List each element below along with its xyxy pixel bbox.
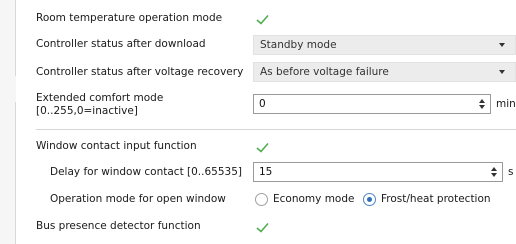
rail-divider-bottom xyxy=(15,102,16,244)
controller-status-download-select[interactable]: Standby mode xyxy=(253,35,516,55)
open-window-mode-label: Operation mode for open window xyxy=(50,193,226,205)
extended-comfort-label: Extended comfort mode xyxy=(36,92,164,104)
bus-presence-checkbox[interactable] xyxy=(256,222,269,233)
controller-status-download-label: Controller status after download xyxy=(36,38,206,50)
window-delay-value: 15 xyxy=(259,166,273,178)
section-divider xyxy=(36,129,516,130)
checkmark-icon xyxy=(256,142,269,153)
spinner-icon[interactable] xyxy=(489,163,499,181)
window-delay-input[interactable]: 15 xyxy=(253,162,503,182)
chevron-down-icon xyxy=(499,43,505,47)
controller-status-voltage-select[interactable]: As before voltage failure xyxy=(253,62,516,82)
window-contact-label: Window contact input function xyxy=(36,140,197,152)
window-contact-checkbox[interactable] xyxy=(256,142,269,153)
frost-heat-protection-label[interactable]: Frost/heat protection xyxy=(381,193,491,205)
left-rail xyxy=(0,0,16,244)
checkmark-icon xyxy=(256,222,269,233)
checkmark-icon xyxy=(256,14,269,25)
extended-comfort-value: 0 xyxy=(259,98,266,110)
room-temp-mode-checkbox[interactable] xyxy=(256,14,269,25)
extended-comfort-range-label: [0..255,0=inactive] xyxy=(36,105,138,117)
spinner-icon[interactable] xyxy=(477,95,487,113)
window-delay-unit: s xyxy=(508,166,514,178)
bus-presence-label: Bus presence detector function xyxy=(36,220,201,232)
economy-mode-radio[interactable] xyxy=(255,193,268,206)
controller-status-download-value: Standby mode xyxy=(260,39,337,51)
extended-comfort-input[interactable]: 0 xyxy=(253,94,491,114)
frost-heat-protection-radio[interactable] xyxy=(363,193,376,206)
chevron-down-icon xyxy=(499,70,505,74)
economy-mode-label[interactable]: Economy mode xyxy=(273,193,354,205)
controller-status-voltage-label: Controller status after voltage recovery xyxy=(36,66,244,78)
controller-status-voltage-value: As before voltage failure xyxy=(260,66,389,78)
room-temp-mode-label: Room temperature operation mode xyxy=(36,12,223,24)
extended-comfort-unit: min xyxy=(496,98,516,110)
window-delay-label: Delay for window contact [0..65535] xyxy=(50,166,242,178)
rail-divider-top xyxy=(15,0,16,76)
